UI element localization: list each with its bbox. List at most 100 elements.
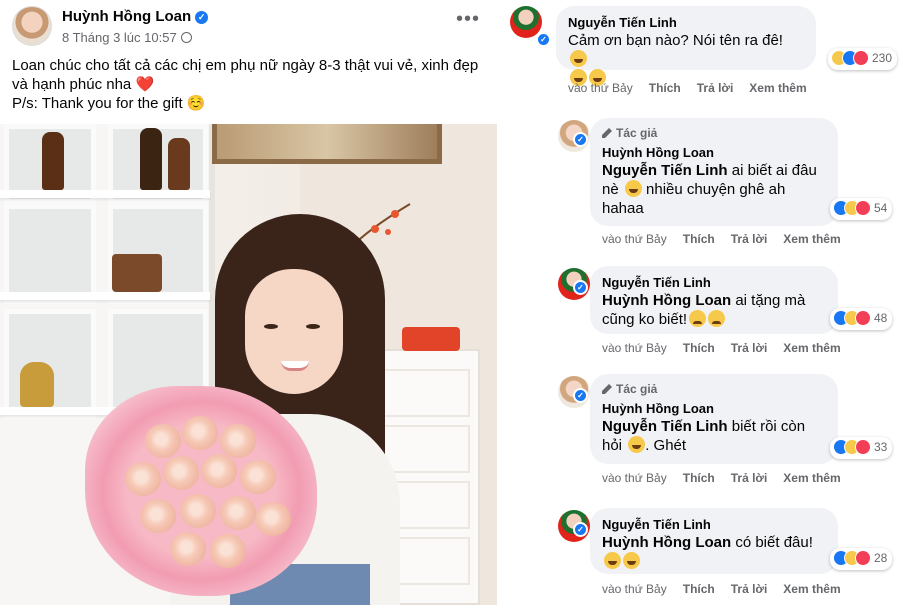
comment-time[interactable]: vào thứ Bảy (602, 232, 667, 246)
grin-emoji (624, 180, 642, 197)
verified-icon: ✓ (573, 280, 588, 295)
comment-text: cũng ko biết! (602, 311, 688, 328)
post-text-line: P/s: Thank you for the gift (12, 95, 183, 112)
comment-actions: vào thứ Bảy Thích Trả lời Xem thêm (602, 341, 841, 355)
author-badge-icon (602, 128, 612, 138)
reply-comment: ✓ Tác giả Huỳnh Hồng Loan Nguyễn Tiến Li… (558, 118, 913, 248)
photo-face (245, 269, 343, 394)
reply-button[interactable]: Trả lời (731, 582, 768, 596)
love-reaction-icon (855, 310, 871, 326)
reaction-count: 48 (874, 311, 888, 325)
comments-panel: ✓ Nguyễn Tiến Linh Cảm ơn bạn nào? Nói t… (500, 0, 915, 605)
comment-time[interactable]: vào thứ Bảy (602, 341, 667, 355)
sad-emoji (708, 310, 726, 327)
post-text: Loan chúc cho tất cả các chị em phụ nữ n… (12, 56, 488, 113)
post-timestamp[interactable]: 8 Tháng 3 lúc 10:57 (62, 30, 177, 45)
reply-button[interactable]: Trả lời (697, 81, 734, 95)
photo-painting (212, 124, 442, 164)
rofl-emoji (623, 552, 640, 569)
avatar[interactable] (510, 6, 542, 38)
comment-actions: vào thứ Bảy Thích Trả lời Xem thêm (568, 81, 807, 95)
post: Huỳnh Hồng Loan ✓ 8 Tháng 3 lúc 10:57 •••… (0, 0, 500, 605)
love-reaction-icon (855, 439, 871, 455)
heart-emoji: ❤️ (135, 76, 155, 93)
comment-text: hỏi (602, 437, 623, 454)
post-author-avatar[interactable] (12, 6, 52, 46)
reaction-count: 54 (874, 201, 888, 215)
rofl-emoji (570, 50, 587, 67)
verified-icon: ✓ (573, 388, 588, 403)
comment-text: nè (602, 181, 619, 198)
author-tag: Tác giả (616, 126, 658, 140)
reply-comment: ✓ Tác giả Huỳnh Hồng Loan Nguyễn Tiến Li… (558, 374, 913, 489)
verified-icon: ✓ (573, 522, 588, 537)
sad-emoji (689, 310, 707, 327)
comment-actions: vào thứ Bảy Thích Trả lời Xem thêm (602, 582, 841, 596)
post-author-name[interactable]: Huỳnh Hồng Loan (62, 8, 191, 25)
smile-emoji: ☺️ (186, 95, 206, 112)
comment-author[interactable]: Nguyễn Tiến Linh (602, 516, 826, 533)
comment-text: ai tặng mà (735, 292, 806, 309)
mention[interactable]: Nguyễn Tiến Linh (602, 418, 728, 435)
verified-icon: ✓ (195, 11, 209, 24)
reaction-count: 33 (874, 440, 888, 454)
reaction-summary[interactable]: 48 (830, 308, 893, 330)
comment: ✓ Nguyễn Tiến Linh Cảm ơn bạn nào? Nói t… (510, 6, 910, 106)
comment-author[interactable]: Huỳnh Hồng Loan (602, 144, 826, 161)
comment-bubble: Nguyễn Tiến Linh Huỳnh Hồng Loan ai tặng… (590, 266, 838, 334)
comment-author[interactable]: Huỳnh Hồng Loan (602, 400, 826, 417)
post-photo[interactable] (0, 124, 497, 605)
like-button[interactable]: Thích (683, 582, 715, 596)
comment-author[interactable]: Nguyễn Tiến Linh (602, 274, 826, 291)
comment-bubble: Tác giả Huỳnh Hồng Loan Nguyễn Tiến Linh… (590, 374, 838, 464)
grin-emoji (628, 436, 646, 453)
comment-text: Cảm ơn bạn nào? Nói tên ra đê! (568, 32, 783, 49)
mention[interactable]: Huỳnh Hồng Loan (602, 534, 731, 551)
reaction-summary[interactable]: 230 (828, 48, 898, 70)
globe-icon (180, 32, 192, 43)
see-more-button[interactable]: Xem thêm (783, 471, 840, 485)
verified-icon: ✓ (573, 132, 588, 147)
comment-text: . Ghét (645, 437, 687, 454)
reaction-summary[interactable]: 54 (830, 198, 893, 220)
like-button[interactable]: Thích (683, 341, 715, 355)
reply-comment: ✓ Nguyễn Tiến Linh Huỳnh Hồng Loan ai tặ… (558, 266, 913, 361)
photo-basket (402, 327, 460, 351)
more-options-icon[interactable]: ••• (456, 9, 480, 29)
verified-icon: ✓ (536, 32, 551, 47)
post-header: Huỳnh Hồng Loan ✓ 8 Tháng 3 lúc 10:57 ••• (12, 6, 490, 48)
see-more-button[interactable]: Xem thêm (783, 232, 840, 246)
rofl-emoji (604, 552, 621, 569)
comment-time[interactable]: vào thứ Bảy (602, 471, 667, 485)
love-reaction-icon (855, 200, 871, 216)
love-reaction-icon (853, 50, 869, 66)
comment-text: có biết đâu! (735, 534, 813, 551)
reaction-summary[interactable]: 28 (830, 548, 893, 570)
comment-time[interactable]: vào thứ Bảy (602, 582, 667, 596)
comment-time[interactable]: vào thứ Bảy (568, 81, 633, 95)
like-button[interactable]: Thích (683, 232, 715, 246)
see-more-button[interactable]: Xem thêm (749, 81, 806, 95)
post-text-line: Loan chúc cho tất cả các chị em phụ nữ n… (12, 57, 479, 74)
comment-bubble: Nguyễn Tiến Linh Huỳnh Hồng Loan có biết… (590, 508, 838, 574)
author-badge-icon (602, 384, 612, 394)
reply-button[interactable]: Trả lời (731, 341, 768, 355)
comment-bubble: Nguyễn Tiến Linh Cảm ơn bạn nào? Nói tên… (556, 6, 816, 86)
comment-bubble: Tác giả Huỳnh Hồng Loan Nguyễn Tiến Linh… (590, 118, 838, 226)
see-more-button[interactable]: Xem thêm (783, 341, 840, 355)
comment-actions: vào thứ Bảy Thích Trả lời Xem thêm (602, 232, 841, 246)
mention[interactable]: Nguyễn Tiến Linh (602, 162, 728, 179)
reaction-count: 28 (874, 551, 888, 565)
comment-text: ai biết ai đâu (731, 162, 817, 179)
like-button[interactable]: Thích (649, 81, 681, 95)
author-tag: Tác giả (616, 382, 658, 396)
see-more-button[interactable]: Xem thêm (783, 582, 840, 596)
love-reaction-icon (855, 550, 871, 566)
reply-button[interactable]: Trả lời (731, 232, 768, 246)
comment-author[interactable]: Nguyễn Tiến Linh (568, 14, 804, 31)
like-button[interactable]: Thích (683, 471, 715, 485)
reaction-summary[interactable]: 33 (830, 437, 893, 459)
mention[interactable]: Huỳnh Hồng Loan (602, 292, 731, 309)
comment-text: nhiều chuyện ghê ah (646, 181, 786, 198)
reply-button[interactable]: Trả lời (731, 471, 768, 485)
